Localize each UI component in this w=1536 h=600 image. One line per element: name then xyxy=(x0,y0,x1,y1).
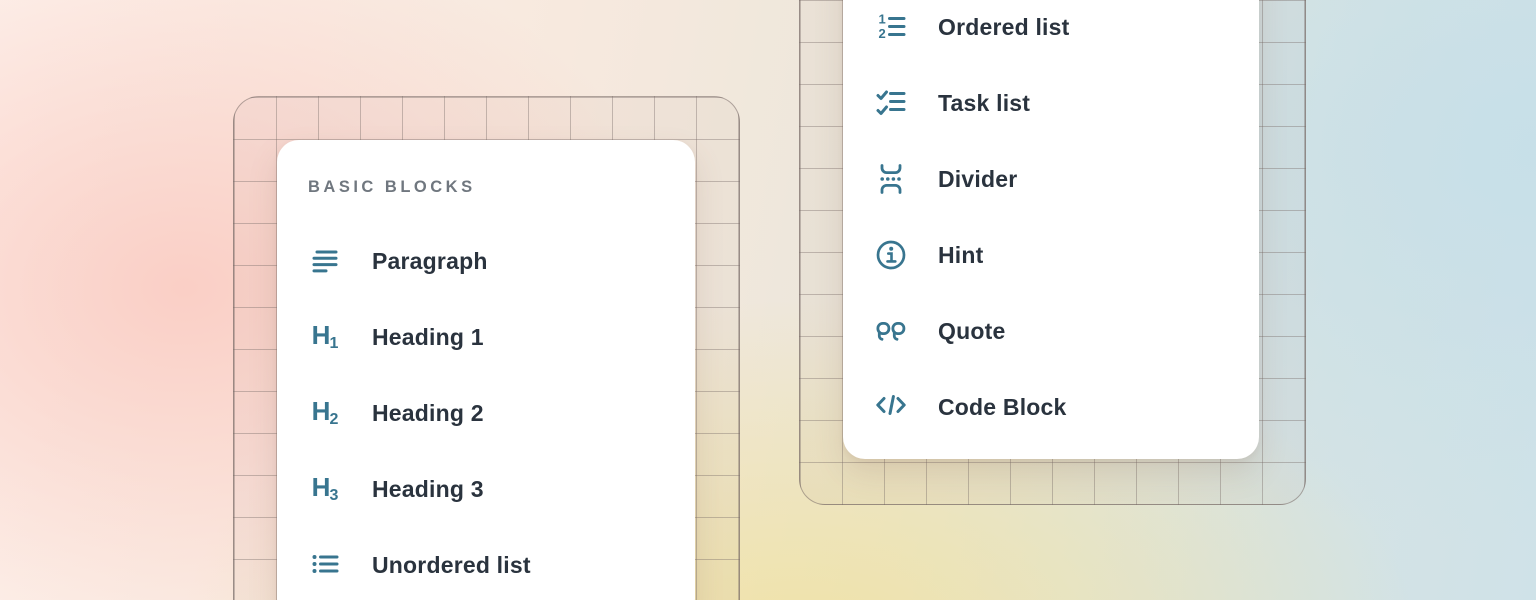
menu-item-code-block[interactable]: Code Block xyxy=(843,369,1259,445)
menu-item-divider[interactable]: Divider xyxy=(843,141,1259,217)
menu-item-ordered-list[interactable]: 12 Ordered list xyxy=(843,0,1259,65)
code-block-icon xyxy=(874,390,908,424)
menu-item-heading-1[interactable]: H1 Heading 1 xyxy=(277,299,695,375)
menu-item-hint[interactable]: Hint xyxy=(843,217,1259,293)
background-canvas: BASIC BLOCKS Paragraph H1 Heading 1 H2 Headi… xyxy=(0,0,1536,600)
unordered-list-icon xyxy=(308,548,342,582)
basic-blocks-item-list: Paragraph H1 Heading 1 H2 Heading 2 H3 Heading… xyxy=(277,223,695,600)
quote-icon xyxy=(874,314,908,348)
task-list-icon xyxy=(874,86,908,120)
menu-item-paragraph[interactable]: Paragraph xyxy=(277,223,695,299)
divider-icon xyxy=(874,162,908,196)
menu-item-heading-2[interactable]: H2 Heading 2 xyxy=(277,375,695,451)
section-label-basic-blocks: BASIC BLOCKS xyxy=(277,176,695,198)
heading-1-icon: H1 xyxy=(308,320,342,354)
heading-2-icon: H2 xyxy=(308,396,342,430)
blocks-menu-panel-continued: 12 Ordered list Task list Divider Hint Quote C… xyxy=(843,0,1259,459)
svg-text:1: 1 xyxy=(879,12,886,27)
ordered-list-icon: 12 xyxy=(874,10,908,44)
heading-3-icon: H3 xyxy=(308,472,342,506)
menu-item-label: Heading 1 xyxy=(372,324,484,351)
paragraph-icon xyxy=(308,244,342,278)
hint-icon xyxy=(874,238,908,272)
menu-item-label: Quote xyxy=(938,318,1005,345)
basic-blocks-menu-panel: BASIC BLOCKS Paragraph H1 Heading 1 H2 Headi… xyxy=(277,140,695,600)
menu-item-label: Unordered list xyxy=(372,552,531,579)
menu-item-quote[interactable]: Quote xyxy=(843,293,1259,369)
menu-item-label: Heading 2 xyxy=(372,400,484,427)
menu-item-label: Code Block xyxy=(938,394,1067,421)
svg-text:2: 2 xyxy=(879,26,886,41)
menu-item-label: Task list xyxy=(938,90,1030,117)
menu-item-unordered-list[interactable]: Unordered list xyxy=(277,527,695,600)
menu-item-heading-3[interactable]: H3 Heading 3 xyxy=(277,451,695,527)
menu-item-label: Heading 3 xyxy=(372,476,484,503)
menu-item-label: Divider xyxy=(938,166,1017,193)
menu-item-label: Paragraph xyxy=(372,248,488,275)
menu-item-label: Hint xyxy=(938,242,984,269)
menu-item-label: Ordered list xyxy=(938,14,1070,41)
blocks-item-list-continued: 12 Ordered list Task list Divider Hint Quote C… xyxy=(843,0,1259,445)
menu-item-task-list[interactable]: Task list xyxy=(843,65,1259,141)
